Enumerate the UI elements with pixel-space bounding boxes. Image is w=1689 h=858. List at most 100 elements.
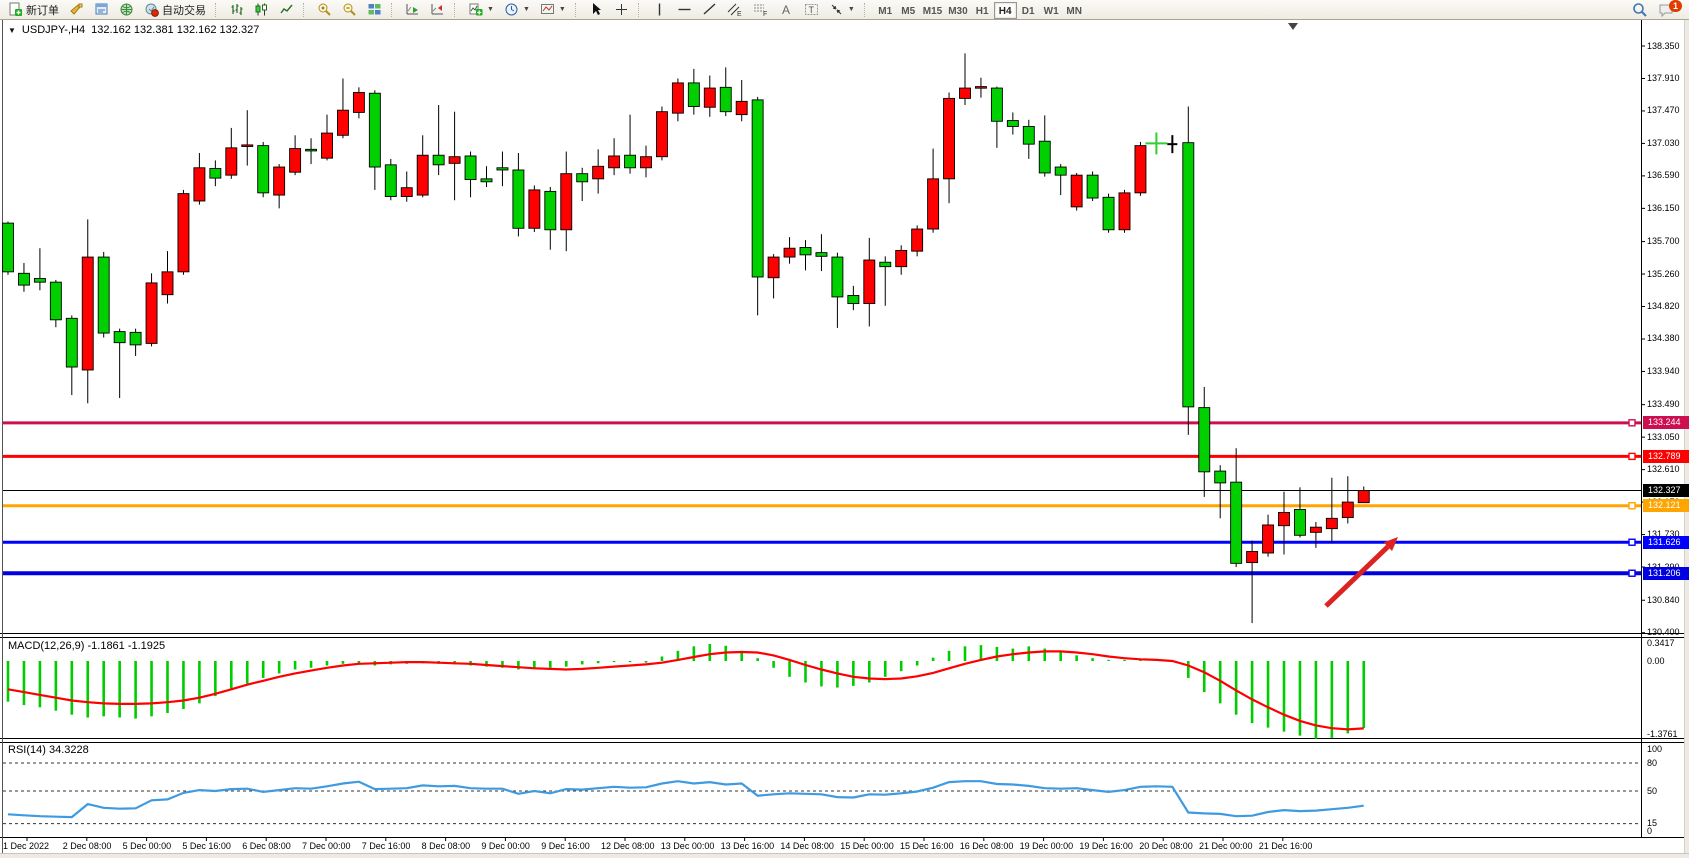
fibonacci-tool-button[interactable]: F [749, 1, 773, 19]
chart-expander-icon[interactable]: ▼ [8, 26, 16, 35]
new-order-button[interactable]: 新订单 [4, 1, 63, 19]
crosshair-tool-button[interactable] [610, 1, 633, 19]
time-axis-label: 21 Dec 00:00 [1199, 841, 1253, 851]
candle [1055, 167, 1066, 175]
candle [162, 272, 173, 295]
macd-title: MACD(12,26,9) [8, 640, 84, 652]
navigator-icon [119, 2, 134, 17]
chart-shift-marker[interactable] [1288, 23, 1298, 30]
candle [98, 257, 109, 333]
main-toolbar: 新订单 自动交易 [0, 0, 1689, 20]
indicators-dropdown-button[interactable]: ▼ [464, 1, 498, 19]
auto-scroll-button[interactable] [401, 1, 424, 19]
price-axis-label: 136.150 [1647, 203, 1680, 213]
time-axis-label: 9 Dec 00:00 [481, 841, 530, 851]
price-axis-label: 132.610 [1647, 464, 1680, 474]
tile-windows-button[interactable] [363, 1, 386, 19]
toolbar-separator [391, 3, 396, 17]
navigator-button[interactable] [115, 1, 138, 19]
trend-arrow[interactable] [1326, 547, 1388, 606]
autotrading-button[interactable]: 自动交易 [140, 1, 210, 19]
time-axis-label: 7 Dec 00:00 [302, 841, 351, 851]
timeframe-button-d1[interactable]: D1 [1017, 2, 1040, 19]
candle [258, 146, 269, 193]
candle [896, 250, 907, 266]
arrows-dropdown-button[interactable]: ▼ [825, 1, 859, 19]
timeframe-button-m5[interactable]: M5 [897, 2, 920, 19]
cursor-tool-button[interactable] [585, 1, 608, 19]
periods-dropdown-button[interactable]: ▼ [500, 1, 534, 19]
macd-values: -1.1861 -1.1925 [87, 640, 165, 652]
price-line-handle[interactable] [1629, 503, 1635, 509]
time-axis-label: 20 Dec 08:00 [1139, 841, 1193, 851]
time-axis-label: 13 Dec 00:00 [661, 841, 715, 851]
arrow-objects-icon [829, 2, 844, 17]
candle [1310, 527, 1321, 532]
time-axis-label: 7 Dec 16:00 [362, 841, 411, 851]
zoom-out-button[interactable] [338, 1, 361, 19]
candle [1087, 175, 1098, 198]
search-button[interactable] [1628, 1, 1652, 19]
price-axis-label: 138.350 [1647, 41, 1680, 51]
price-line-handle[interactable] [1629, 453, 1635, 459]
timeframe-button-mn[interactable]: MN [1063, 2, 1086, 19]
timeframe-button-m15[interactable]: M15 [920, 2, 945, 19]
candle [290, 149, 301, 173]
time-axis-label: 16 Dec 08:00 [960, 841, 1014, 851]
templates-dropdown-button[interactable]: ▼ [536, 1, 570, 19]
toolbar-separator [638, 3, 643, 17]
candle [306, 149, 317, 151]
alerts-button[interactable] [65, 1, 88, 19]
time-axis-label: 19 Dec 16:00 [1079, 841, 1133, 851]
chat-button[interactable]: 1 [1654, 1, 1679, 19]
price-axis-label: 130.400 [1647, 627, 1680, 637]
zoom-in-button[interactable] [313, 1, 336, 19]
candle [832, 257, 843, 297]
candlestick-chart-button[interactable] [250, 1, 273, 19]
candle [1103, 197, 1114, 229]
text-label-icon: T [804, 2, 819, 17]
line-chart-button[interactable] [275, 1, 298, 19]
trendline-tool-button[interactable] [698, 1, 721, 19]
price-line-handle[interactable] [1629, 539, 1635, 545]
chart-shift-button[interactable] [426, 1, 449, 19]
candle [18, 273, 29, 285]
time-axis-label: 15 Dec 00:00 [840, 841, 894, 851]
rsi-title: RSI(14) [8, 744, 46, 756]
time-axis-label: 12 Dec 08:00 [601, 841, 655, 851]
vertical-line-icon [652, 2, 667, 17]
chart-canvas[interactable] [0, 0, 1689, 858]
price-line-handle[interactable] [1629, 420, 1635, 426]
candle [1023, 126, 1034, 144]
candle [1071, 175, 1082, 207]
fibonacci-icon: F [753, 2, 769, 17]
candle [1039, 141, 1050, 173]
price-line-handle[interactable] [1629, 570, 1635, 576]
channel-tool-button[interactable]: E [723, 1, 747, 19]
timeframe-button-m1[interactable]: M1 [874, 2, 897, 19]
chart-symbol-period: USDJPY-,H4 [22, 24, 85, 36]
timeframe-button-m30[interactable]: M30 [945, 2, 970, 19]
text-label-tool-button[interactable]: T [800, 1, 823, 19]
candle [50, 282, 61, 320]
candle [672, 83, 683, 113]
rsi-scale-label: 100 [1647, 744, 1662, 754]
timeframe-button-h4[interactable]: H4 [994, 2, 1017, 19]
vertical-line-tool-button[interactable] [648, 1, 671, 19]
text-tool-button[interactable]: A [775, 1, 798, 19]
horizontal-line-tool-button[interactable] [673, 1, 696, 19]
time-axis-label: 21 Dec 16:00 [1259, 841, 1313, 851]
notification-badge: 1 [1669, 0, 1682, 12]
candle [465, 156, 476, 180]
macd-signal-line [8, 651, 1364, 729]
price-badge: 132.121 [1643, 499, 1689, 512]
timeframe-button-h1[interactable]: H1 [971, 2, 994, 19]
price-axis-label: 137.470 [1647, 105, 1680, 115]
time-axis-label: 1 Dec 2022 [3, 841, 49, 851]
data-window-button[interactable] [90, 1, 113, 19]
candle [1231, 482, 1242, 563]
horizontal-line-icon [677, 2, 692, 17]
clock-icon [504, 2, 519, 17]
timeframe-button-w1[interactable]: W1 [1040, 2, 1063, 19]
bar-chart-button[interactable] [225, 1, 248, 19]
